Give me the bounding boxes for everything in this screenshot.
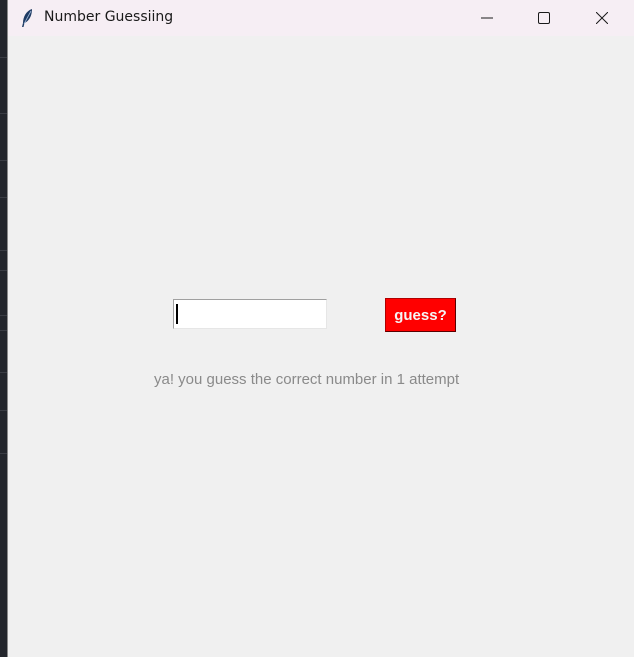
close-icon — [596, 12, 608, 24]
guess-input[interactable] — [173, 299, 327, 329]
window-content: guess? ya! you guess the correct number … — [8, 36, 634, 657]
minimize-icon — [481, 17, 493, 19]
status-message: ya! you guess the correct number in 1 at… — [154, 371, 460, 388]
title-bar[interactable]: Number Guessiing — [8, 0, 634, 36]
app-window: Number Guessiing guess? ya! you guess th… — [7, 0, 634, 657]
maximize-icon — [538, 12, 550, 24]
window-title: Number Guessiing — [44, 9, 174, 25]
feather-icon — [22, 9, 32, 27]
text-caret — [176, 304, 178, 324]
close-button[interactable] — [579, 0, 625, 36]
maximize-button[interactable] — [521, 0, 567, 36]
minimize-button[interactable] — [464, 0, 510, 36]
guess-button[interactable]: guess? — [385, 298, 456, 332]
